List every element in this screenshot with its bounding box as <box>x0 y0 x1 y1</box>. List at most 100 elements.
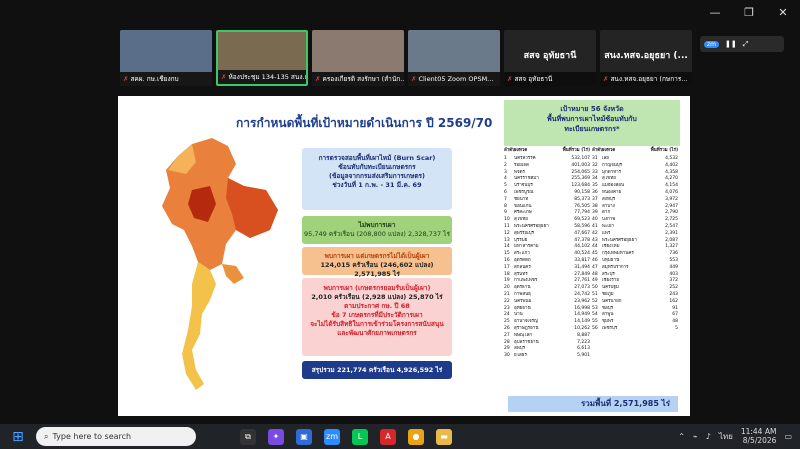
table-row: 45 กรุงเทพมหานคร 736 <box>592 251 680 258</box>
pause-icon[interactable]: ❚❚ <box>725 40 737 48</box>
row-area: 33,817 <box>574 257 590 263</box>
row-number: 5 <box>504 183 507 189</box>
table-col-left: ลำดับ จังหวัด พื้นที่รวม (ไร่) 1 นครสวรรค… <box>504 148 592 360</box>
participant-label: ✗ สนง.หสจ.อยุธยา (กษการ... <box>600 72 692 86</box>
header-province: จังหวัด <box>514 148 528 153</box>
row-province: ตาก <box>602 210 611 216</box>
store-icon[interactable]: ▣ <box>296 428 312 445</box>
target-panel-header: เป้าหมาย 56 จังหวัด พื้นที่พบการเผาไหม้ซ… <box>504 100 680 146</box>
table-col-right: ลำดับ จังหวัด พื้นที่รวม (ไร่) 31 เลย 4,53… <box>592 148 680 360</box>
table-row: 42 แพร่ 2,391 <box>592 231 680 238</box>
copilot-icon[interactable]: ✦ <box>268 428 284 445</box>
row-province: พระนครศรีอยุธยา <box>602 237 637 243</box>
row-province: นครราชสีมา <box>514 176 539 182</box>
participant-name: สสจ อุทัยธานี <box>514 75 553 83</box>
row-number: 1 <box>504 156 507 161</box>
row-area: 4,402 <box>665 162 678 168</box>
table-row: 22 นครพนม 23,962 <box>504 299 592 306</box>
row-province: สมุทรปราการ <box>602 264 629 270</box>
clock-time: 11:44 AM <box>740 427 777 436</box>
row-area: 243 <box>669 291 678 297</box>
participant-tile[interactable]: สนง.หสจ.อยุธยา (... ✗ สนง.หสจ.อยุธยา (กษกา… <box>600 30 692 86</box>
clock[interactable]: 11:44 AM 8/5/2026 <box>741 427 777 445</box>
row-number: 21 <box>504 291 510 297</box>
row-province: เพชรบุรี <box>602 325 618 331</box>
row-province: เพชรบูรณ์ <box>514 189 534 195</box>
task-view-icon[interactable]: ⧉ <box>240 428 256 445</box>
row-province: หนองคาย <box>602 189 622 195</box>
row-area: 90,158 <box>574 189 590 195</box>
table-row: 56 เพชรบุรี 5 <box>592 326 680 333</box>
row-province: นครสวรรค์ <box>514 156 536 161</box>
row-number: 51 <box>592 291 598 297</box>
share-controls[interactable]: zm ❚❚ ⤢ <box>700 36 784 52</box>
chrome-icon[interactable]: ● <box>408 428 424 445</box>
line-icon[interactable]: L <box>352 428 368 445</box>
burn-not-farmer-title: พบการเผา แต่เกษตรกรไม่ได้เป็นผู้เผา <box>324 252 430 260</box>
expand-icon[interactable]: ⤢ <box>743 40 749 49</box>
row-province: กำแพงเพชร <box>514 278 538 284</box>
folder-icon[interactable]: ▬ <box>436 428 452 445</box>
participant-video <box>218 32 306 70</box>
minimize-button[interactable]: — <box>708 6 722 19</box>
windows-start-icon[interactable]: ⊞ <box>6 429 30 445</box>
participant-tile[interactable]: ✗ สคผ. กษ.เชียงกบ <box>120 30 212 86</box>
close-button[interactable]: ✕ <box>776 6 790 19</box>
taskbar: ⊞ ⌕ Type here to search ⧉ ✦ ▣ zm L A ● ▬ ⌃ ⌁ ♪ … <box>0 424 800 449</box>
language-indicator[interactable]: ไทย <box>719 430 733 443</box>
participant-tile[interactable]: สสจ อุทัยธานี ✗ สสจ อุทัยธานี <box>504 30 596 86</box>
table-row: 21 กาฬสินธุ์ 24,742 <box>504 292 592 299</box>
no-burn-box: ไม่พบการเผา 95,749 ครัวเรือน (208,800 แป… <box>302 216 452 244</box>
network-icon[interactable]: ⌁ <box>693 432 698 441</box>
burn-farmer-line-3: ตามประกาศ กษ. ปี 68 <box>344 302 410 310</box>
muted-mic-icon: ✗ <box>411 75 417 83</box>
row-province: อุตรดิตถ์ <box>514 257 531 263</box>
row-area: 4,532 <box>665 156 678 161</box>
row-number: 10 <box>504 217 510 223</box>
table-row: 20 อุดรธานี 27,073 <box>504 285 592 292</box>
row-number: 41 <box>592 223 598 229</box>
row-province: ลำพูน <box>602 312 614 318</box>
participant-display-name: สนง.หสจ.อยุธยา (... <box>604 51 688 61</box>
table-row: 51 ชัยภูมิ 243 <box>592 292 680 299</box>
table-row: 30 ยโสธร 5,901 <box>504 353 592 360</box>
row-area: 5 <box>675 325 678 331</box>
notification-icon[interactable]: ▭ <box>784 432 792 441</box>
burn-not-farmer-value: 124,015 ครัวเรือน (246,602 แปลง) 2,571,9… <box>320 261 434 278</box>
row-number: 16 <box>504 257 510 263</box>
row-province: ศรีสะเกษ <box>514 210 532 216</box>
row-province: กาญจนบุรี <box>602 162 623 168</box>
burn-scar-line-3: (ข้อมูลจากกรมส่งเสริมการเกษตร) <box>329 172 425 180</box>
row-number: 30 <box>504 353 510 359</box>
burn-scar-line-2: ซ้อนทับกับทะเบียนเกษตรกร <box>338 163 416 171</box>
table-header: ลำดับ จังหวัด พื้นที่รวม (ไร่) <box>504 148 592 156</box>
participant-name: ห้องประชุม 134-135 สนง.กษ <box>228 73 306 81</box>
volume-icon[interactable]: ♪ <box>706 432 711 441</box>
row-number: 2 <box>504 162 507 168</box>
table-row: 46 ปทุมธานี 553 <box>592 258 680 265</box>
search-icon: ⌕ <box>44 431 49 441</box>
pdf-icon[interactable]: A <box>380 428 396 445</box>
restore-button[interactable]: ❐ <box>742 6 756 19</box>
burn-not-farmer-box: พบการเผา แต่เกษตรกรไม่ได้เป็นผู้เผา 124,… <box>302 247 452 278</box>
row-province: แม่ฮ่องสอน <box>602 183 625 189</box>
chevron-up-icon[interactable]: ⌃ <box>678 432 685 441</box>
row-number: 26 <box>504 325 510 331</box>
row-province: ยโสธร <box>514 353 527 359</box>
row-province: เลย <box>602 156 609 161</box>
clock-date: 8/5/2026 <box>742 436 777 445</box>
table-row: 32 กาญจนบุรี 4,402 <box>592 163 680 170</box>
participant-name: สนง.หสจ.อยุธยา (กษการ... <box>610 75 688 83</box>
participant-tile[interactable]: ✗ ครองเกียรติ สงรักษา (สำนัก... <box>312 30 404 86</box>
row-number: 15 <box>504 251 510 257</box>
row-number: 31 <box>592 156 598 161</box>
participant-tile[interactable]: ✗ ห้องประชุม 134-135 สนง.กษ <box>216 30 308 86</box>
row-number: 50 <box>592 285 598 291</box>
row-province: ปราจีนบุรี <box>514 183 533 189</box>
participant-tile[interactable]: ✗ Client05 Zoom OPSM... <box>408 30 500 86</box>
row-area: 4,154 <box>665 183 678 189</box>
row-area: 123,684 <box>571 183 590 189</box>
zoom-icon[interactable]: zm <box>324 428 340 445</box>
taskbar-search[interactable]: ⌕ Type here to search <box>36 427 196 446</box>
participant-label: ✗ สคผ. กษ.เชียงกบ <box>120 72 212 86</box>
